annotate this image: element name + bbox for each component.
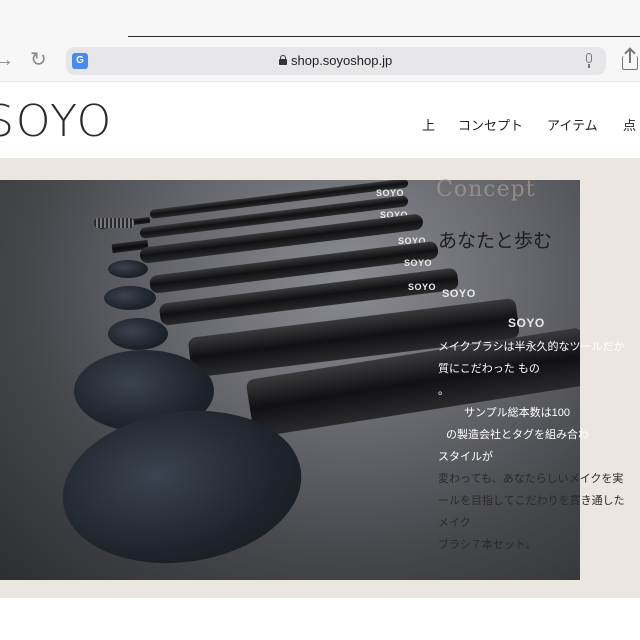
concept-ghost-title: Concept bbox=[436, 177, 536, 202]
url-text[interactable]: shop.soyoshop.jp bbox=[291, 52, 392, 70]
body-line: ールを目指してこだわりを貫き通した bbox=[438, 495, 625, 507]
section-divider bbox=[0, 598, 640, 640]
site-nav: 上 コンセプト アイテム 点 bbox=[0, 115, 640, 133]
translate-icon[interactable]: G bbox=[72, 53, 88, 69]
brand-mark: SOYO bbox=[404, 258, 433, 268]
body-line: の製造会社とタグを組み合わ bbox=[446, 429, 589, 441]
brush-bristles bbox=[94, 218, 134, 228]
browser-toolbar: → ↻ G shop.soyoshop.jp bbox=[0, 0, 640, 82]
brush-bristles bbox=[104, 286, 156, 310]
brush-bristles bbox=[108, 318, 168, 350]
address-bar[interactable]: G shop.soyoshop.jp bbox=[66, 47, 606, 75]
body-line: ブラシ７本セット。 bbox=[438, 539, 537, 551]
lock-icon bbox=[279, 55, 287, 65]
body-line: 変わっても、あなたらしいメイクを実 bbox=[438, 473, 624, 485]
body-line: 。 bbox=[438, 385, 449, 397]
body-line: メイク bbox=[438, 517, 471, 529]
back-arrow-icon[interactable]: → bbox=[0, 50, 14, 70]
body-line: 質にこだわった もの bbox=[438, 363, 540, 375]
share-icon[interactable] bbox=[622, 47, 640, 70]
nav-item-store[interactable]: 点 bbox=[623, 115, 636, 134]
concept-headline: あなたと歩む bbox=[438, 231, 553, 252]
brush-bristles bbox=[108, 260, 148, 278]
nav-item-top[interactable]: 上 bbox=[422, 115, 435, 134]
reload-icon[interactable]: ↻ bbox=[30, 50, 47, 70]
tab-strip-edge bbox=[128, 36, 640, 37]
nav-item-items[interactable]: アイテム bbox=[547, 115, 598, 134]
site-header: SOYO 上 コンセプト アイテム 点 bbox=[0, 82, 640, 158]
brand-mark: SOYO bbox=[508, 316, 545, 330]
nav-item-concept[interactable]: コンセプト bbox=[458, 115, 523, 134]
brand-mark: SOYO bbox=[408, 282, 437, 292]
body-line: スタイルが bbox=[438, 451, 493, 463]
body-line: サンプル総本数は100 bbox=[464, 407, 571, 419]
microphone-icon[interactable] bbox=[584, 53, 594, 69]
concept-body: メイクブラシは半永久的なツールだか 質にこだわった もの 。 サンプル総本数は1… bbox=[438, 336, 640, 556]
body-line: メイクブラシは半永久的なツールだか bbox=[438, 341, 625, 353]
brand-mark: SOYO bbox=[442, 288, 476, 300]
